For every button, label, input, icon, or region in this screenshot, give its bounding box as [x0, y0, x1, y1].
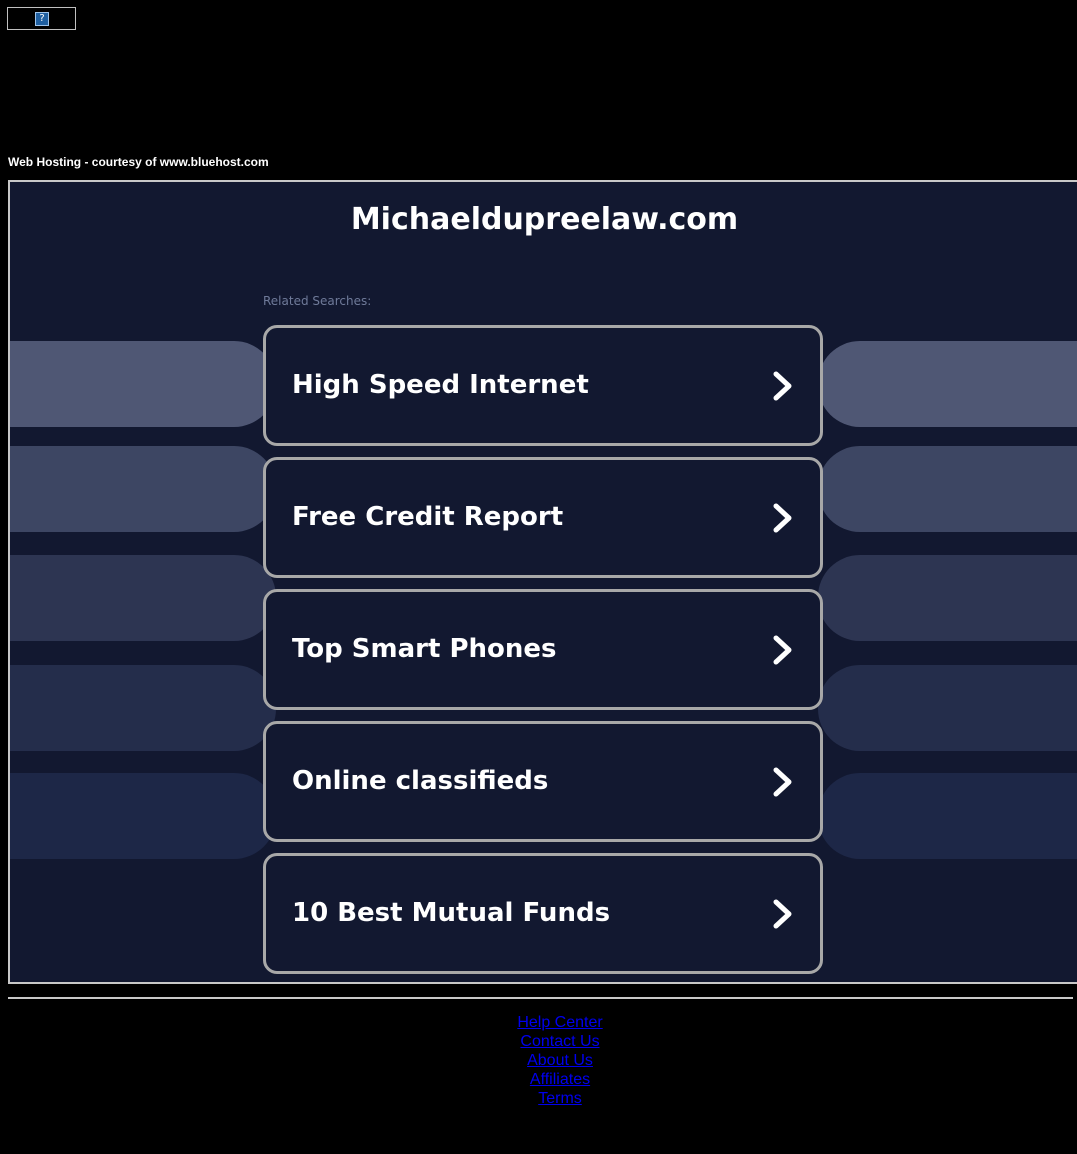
- bg-pill-left-4: [10, 665, 276, 751]
- bg-pill-right-2: [818, 446, 1077, 532]
- footer-link-about-us[interactable]: About Us: [0, 1051, 1077, 1070]
- domain-title: Michaeldupreelaw.com: [10, 202, 1077, 237]
- footer-link-contact-us[interactable]: Contact Us: [0, 1032, 1077, 1051]
- footer-divider: [8, 997, 1073, 999]
- search-link-top-smart-phones[interactable]: Top Smart Phones: [263, 589, 823, 710]
- search-link-10-best-mutual-funds[interactable]: 10 Best Mutual Funds: [263, 853, 823, 974]
- chevron-right-icon: [773, 371, 792, 401]
- parked-domain-frame: Michaeldupreelaw.com Related Searches: H…: [8, 180, 1077, 984]
- search-link-online-classifieds[interactable]: Online classifieds: [263, 721, 823, 842]
- footer-link-terms[interactable]: Terms: [0, 1089, 1077, 1108]
- domain-title-text: Michaeldupreelaw.com: [350, 202, 739, 237]
- search-link-high-speed-internet[interactable]: High Speed Internet: [263, 325, 823, 446]
- related-searches-label: Related Searches:: [263, 294, 372, 308]
- bg-pill-left-1: [10, 341, 276, 427]
- chevron-right-icon: [773, 635, 792, 665]
- chevron-right-icon: [773, 503, 792, 533]
- bg-pill-left-5: [10, 773, 276, 859]
- bg-pill-right-4: [818, 665, 1077, 751]
- search-link-label: Free Credit Report: [292, 502, 564, 532]
- bg-pill-left-2: [10, 446, 276, 532]
- hosting-courtesy-text: Web Hosting - courtesy of www.bluehost.c…: [8, 155, 269, 169]
- search-link-free-credit-report[interactable]: Free Credit Report: [263, 457, 823, 578]
- footer-link-affiliates[interactable]: Affiliates: [0, 1070, 1077, 1089]
- chevron-right-icon: [773, 899, 792, 929]
- broken-image-icon: ?: [35, 12, 49, 26]
- bg-pill-right-3: [818, 555, 1077, 641]
- bg-pill-right-5: [818, 773, 1077, 859]
- search-link-label: Top Smart Phones: [292, 634, 557, 664]
- search-link-label: 10 Best Mutual Funds: [292, 898, 611, 928]
- bg-pill-left-3: [10, 555, 276, 641]
- bg-pill-right-1: [818, 341, 1077, 427]
- search-link-label: High Speed Internet: [292, 370, 589, 400]
- chevron-right-icon: [773, 767, 792, 797]
- footer-link-help-center[interactable]: Help Center: [0, 1013, 1077, 1032]
- top-ad-placeholder[interactable]: ?: [7, 7, 76, 30]
- footer-links: Help Center Contact Us About Us Affiliat…: [0, 1013, 1077, 1108]
- search-link-label: Online classifieds: [292, 766, 549, 796]
